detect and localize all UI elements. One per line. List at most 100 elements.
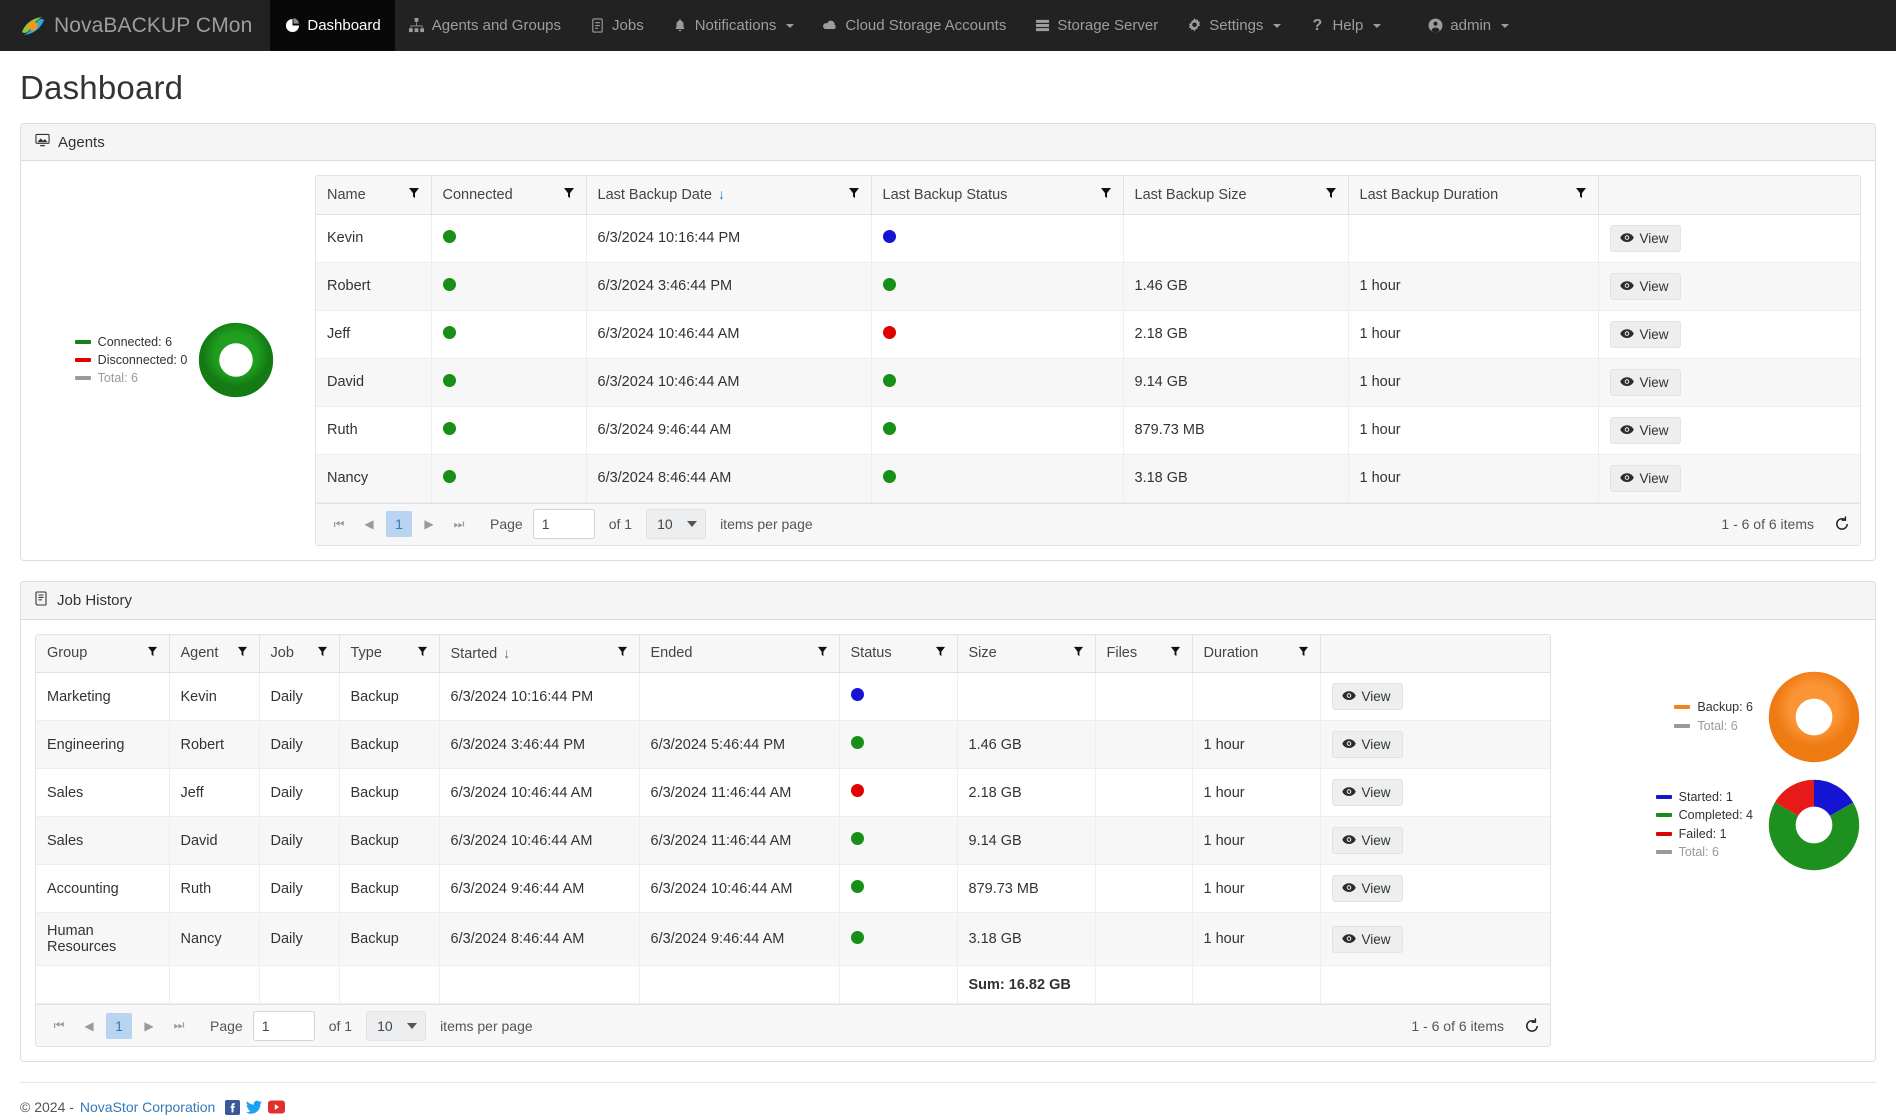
backup-status-dot xyxy=(882,229,896,243)
col-header-size[interactable]: Size xyxy=(957,634,1096,673)
col-header-files[interactable]: Files xyxy=(1095,634,1193,673)
nav-item-help[interactable]: ? Help xyxy=(1295,0,1395,51)
filter-icon[interactable] xyxy=(848,187,860,203)
col-header-last-backup-duration[interactable]: Last Backup Duration xyxy=(1348,176,1599,215)
col-header-duration[interactable]: Duration xyxy=(1192,634,1321,673)
cell-job: Daily xyxy=(259,672,340,721)
job-status-dot xyxy=(850,736,864,749)
pager-first-button[interactable]: ⏮ xyxy=(46,1013,72,1039)
col-header-last-backup-size[interactable]: Last Backup Size xyxy=(1123,176,1349,215)
pager-page-1-button[interactable]: 1 xyxy=(106,1012,132,1039)
filter-icon[interactable] xyxy=(1575,187,1587,203)
filter-icon[interactable] xyxy=(1073,645,1084,661)
chevron-down-icon xyxy=(407,1022,418,1029)
view-button[interactable]: View xyxy=(1609,464,1681,492)
filter-icon[interactable] xyxy=(1298,645,1309,661)
pager-next-button[interactable]: ▶ xyxy=(416,511,442,537)
nav-item-dashboard[interactable]: Dashboard xyxy=(270,0,395,51)
job-history-panel-title: Job History xyxy=(57,591,133,609)
pager-last-button[interactable]: ⏭ xyxy=(446,511,472,537)
agents-panel-body: Connected: 6 Disconnected: 0 Total: 6 Na… xyxy=(21,161,1875,560)
col-header-status[interactable]: Status xyxy=(839,634,958,673)
eye-icon xyxy=(1341,881,1356,896)
nav-item-cloud-storage-accounts[interactable]: Cloud Storage Accounts xyxy=(808,0,1020,51)
brand-logo-link[interactable]: NovaBACKUP CMon xyxy=(0,0,270,51)
cell-name: Ruth xyxy=(316,406,432,455)
view-button[interactable]: View xyxy=(1331,875,1403,902)
col-header-last-backup-status[interactable]: Last Backup Status xyxy=(871,176,1124,215)
view-button[interactable]: View xyxy=(1331,779,1403,806)
filter-icon[interactable] xyxy=(408,187,420,203)
filter-icon[interactable] xyxy=(935,645,946,661)
cell-last-backup-status xyxy=(871,310,1124,359)
twitter-icon[interactable] xyxy=(246,1100,263,1115)
col-header-ended[interactable]: Ended xyxy=(639,634,840,673)
pager-page-input[interactable] xyxy=(252,1010,315,1041)
nav-item-notifications[interactable]: Notifications xyxy=(658,0,809,51)
table-row: Sales David Daily Backup 6/3/2024 10:46:44 A… xyxy=(36,816,1550,865)
cell-last-backup-status xyxy=(871,406,1124,455)
legend-swatch-total xyxy=(74,376,91,381)
view-button[interactable]: View xyxy=(1331,731,1403,758)
col-header-last-backup-date[interactable]: Last Backup Date ↓ xyxy=(586,176,872,215)
nav-item-settings[interactable]: Settings xyxy=(1172,0,1295,51)
filter-icon[interactable] xyxy=(563,187,575,203)
youtube-icon[interactable] xyxy=(268,1100,286,1114)
pager-next-button[interactable]: ▶ xyxy=(136,1013,162,1039)
view-button[interactable]: View xyxy=(1609,416,1681,444)
filter-icon[interactable] xyxy=(617,645,628,661)
cell-last-backup-duration: 1 hour xyxy=(1348,358,1599,407)
col-header-job[interactable]: Job xyxy=(259,634,340,673)
view-button[interactable]: View xyxy=(1331,683,1403,710)
pager-prev-button[interactable]: ◀ xyxy=(356,511,382,537)
filter-icon[interactable] xyxy=(1100,187,1112,203)
footer-company-link[interactable]: NovaStor Corporation xyxy=(80,1099,215,1115)
pager-page-label: Page xyxy=(490,516,523,532)
filter-icon[interactable] xyxy=(147,645,158,661)
pager-first-button[interactable]: ⏮ xyxy=(326,511,352,537)
view-button[interactable]: View xyxy=(1609,224,1681,252)
cell-files xyxy=(1095,912,1193,966)
pager-page-input[interactable] xyxy=(532,509,595,539)
job-status-chart-block: Started: 1 Completed: 4 Failed: 1 Total:… xyxy=(1561,778,1861,872)
view-button[interactable]: View xyxy=(1331,925,1403,953)
legend-item: Total: 6 xyxy=(74,369,188,387)
col-header-agent[interactable]: Agent xyxy=(169,634,260,673)
col-header-type[interactable]: Type xyxy=(339,634,440,673)
view-button[interactable]: View xyxy=(1331,827,1403,854)
col-header-name[interactable]: Name xyxy=(316,176,432,215)
pager-last-button[interactable]: ⏭ xyxy=(166,1013,192,1039)
pager-items-per-page-select[interactable]: 10 xyxy=(646,509,707,539)
filter-icon[interactable] xyxy=(817,645,828,661)
col-header-connected[interactable]: Connected xyxy=(431,176,587,215)
cell-ended: 6/3/2024 11:46:44 AM xyxy=(639,768,840,817)
nav-item-jobs[interactable]: Jobs xyxy=(575,0,658,51)
view-button[interactable]: View xyxy=(1609,368,1681,396)
filter-icon[interactable] xyxy=(317,645,328,661)
cell-last-backup-date: 6/3/2024 9:46:44 AM xyxy=(586,406,872,455)
view-button[interactable]: View xyxy=(1609,272,1681,300)
filter-icon[interactable] xyxy=(417,645,428,661)
nav-item-storage-server[interactable]: Storage Server xyxy=(1020,0,1172,51)
job-status-dot xyxy=(850,832,864,845)
col-header-group[interactable]: Group xyxy=(36,634,170,673)
refresh-icon[interactable] xyxy=(1524,1017,1540,1034)
job-status-legend: Started: 1 Completed: 4 Failed: 1 Total:… xyxy=(1655,788,1753,861)
view-button-label: View xyxy=(1361,785,1391,800)
connected-status-dot xyxy=(442,469,456,483)
nav-item-admin[interactable]: admin xyxy=(1413,0,1523,51)
view-button[interactable]: View xyxy=(1609,320,1681,348)
pager-prev-button[interactable]: ◀ xyxy=(76,1013,102,1039)
sum-blank xyxy=(1192,965,1321,1004)
pager-items-per-page-select[interactable]: 10 xyxy=(366,1010,427,1041)
nav-item-agents-and-groups[interactable]: Agents and Groups xyxy=(395,0,575,51)
filter-icon[interactable] xyxy=(237,645,248,661)
col-header-started[interactable]: Started ↓ xyxy=(439,634,640,673)
pager-page-1-button[interactable]: 1 xyxy=(386,511,412,537)
refresh-icon[interactable] xyxy=(1834,516,1850,532)
facebook-icon[interactable] xyxy=(225,1099,241,1115)
legend-item: Total: 6 xyxy=(1655,843,1753,861)
filter-icon[interactable] xyxy=(1325,187,1337,203)
cell-actions: View xyxy=(1598,358,1860,407)
filter-icon[interactable] xyxy=(1170,645,1181,661)
